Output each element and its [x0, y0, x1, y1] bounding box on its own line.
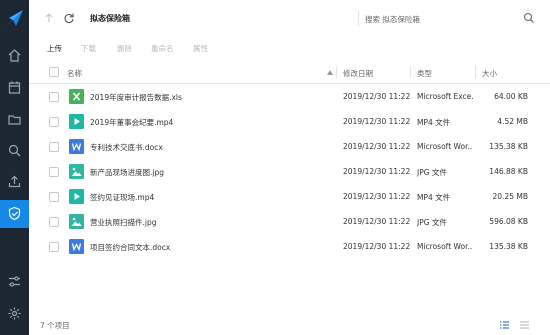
sort-up-icon [327, 70, 333, 75]
upload-button[interactable]: 上传 [47, 43, 62, 54]
table-header: 名称 修改日期 类型 大小 [29, 60, 550, 84]
table-row[interactable]: 营业执照扫描件.jpg 2019/12/30 11:22 JPG 文件 596.… [29, 209, 550, 234]
sidebar [0, 0, 29, 335]
file-date: 2019/12/30 11:22 [343, 117, 411, 126]
rename-button[interactable]: 重命名 [151, 43, 174, 54]
row-checkbox[interactable] [49, 217, 59, 227]
download-button[interactable]: 下载 [81, 43, 96, 54]
file-date: 2019/12/30 11:22 [343, 192, 411, 201]
table-row[interactable]: 专利技术交底书.docx 2019/12/30 11:22 Microsoft … [29, 134, 550, 159]
address-bar: 拟态保险箱 搜索 拟态保险箱 [29, 0, 550, 36]
toolbar: 上传 下载 删除 重命名 属性 [29, 36, 550, 60]
column-type[interactable]: 类型 [417, 68, 432, 79]
row-checkbox[interactable] [49, 192, 59, 202]
file-size: 596.08 KB [489, 217, 528, 226]
file-type: MP4 文件 [417, 118, 451, 127]
word-file-icon [69, 239, 84, 254]
search-icon[interactable] [7, 143, 22, 158]
file-type: Microsoft Wor... [417, 142, 473, 151]
home-icon[interactable] [7, 48, 22, 63]
file-date: 2019/12/30 11:22 [343, 242, 411, 251]
folder-icon[interactable] [7, 112, 22, 127]
upload-icon[interactable] [7, 174, 22, 189]
search-icon[interactable] [523, 12, 535, 24]
divider [336, 66, 337, 78]
row-checkbox[interactable] [49, 117, 59, 127]
select-all-checkbox[interactable] [49, 67, 59, 77]
table-row[interactable]: 2019年董事会纪要.mp4 2019/12/30 11:22 MP4 文件 4… [29, 109, 550, 134]
table-row[interactable]: 项目签约合同文本.docx 2019/12/30 11:22 Microsoft… [29, 234, 550, 259]
refresh-icon[interactable] [63, 12, 75, 24]
sidebar-item-vault[interactable] [0, 200, 29, 228]
file-size: 135.38 KB [489, 142, 528, 151]
calendar-icon[interactable] [7, 80, 22, 95]
file-type: Microsoft Wor... [417, 242, 473, 251]
word-file-icon [69, 139, 84, 154]
file-size: 64.00 KB [494, 92, 528, 101]
image-file-icon [69, 164, 84, 179]
status-bar: 7 个项目 [29, 314, 550, 335]
column-date[interactable]: 修改日期 [343, 68, 373, 79]
grid-view-icon[interactable] [519, 320, 530, 330]
file-size: 135.38 KB [489, 242, 528, 251]
gear-icon[interactable] [7, 306, 22, 321]
column-name[interactable]: 名称 [67, 68, 82, 79]
file-type: JPG 文件 [417, 218, 447, 227]
table-row[interactable]: 新产品现场进度图.jpg 2019/12/30 11:22 JPG 文件 146… [29, 159, 550, 184]
file-type: MP4 文件 [417, 193, 451, 202]
video-file-icon [69, 114, 84, 129]
file-name: 2019年董事会纪要.mp4 [90, 118, 174, 127]
file-type: Microsoft Exce... [417, 92, 473, 101]
main-panel: 拟态保险箱 搜索 拟态保险箱 上传 下载 删除 重命名 属性 名称 修改日期 类… [29, 0, 550, 335]
video-file-icon [69, 189, 84, 204]
file-name: 签约见证现场.mp4 [90, 193, 155, 202]
shield-icon [8, 206, 21, 221]
divider [410, 66, 411, 78]
column-size[interactable]: 大小 [482, 68, 497, 79]
sliders-icon[interactable] [7, 274, 22, 289]
arrow-up-icon[interactable] [43, 12, 55, 24]
table-row[interactable]: 签约见证现场.mp4 2019/12/30 11:22 MP4 文件 20.25… [29, 184, 550, 209]
file-name: 2019年度审计报告数据.xls [90, 93, 182, 102]
row-checkbox[interactable] [49, 167, 59, 177]
file-size: 4.52 MB [497, 117, 528, 126]
row-checkbox[interactable] [49, 242, 59, 252]
delete-button[interactable]: 删除 [117, 43, 132, 54]
file-name: 新产品现场进度图.jpg [90, 168, 164, 177]
excel-file-icon [69, 89, 84, 104]
file-type: JPG 文件 [417, 168, 447, 177]
file-date: 2019/12/30 11:22 [343, 92, 411, 101]
image-file-icon [69, 214, 84, 229]
current-path: 拟态保险箱 [90, 14, 130, 23]
list-view-icon[interactable] [499, 320, 510, 330]
file-size: 20.25 MB [492, 192, 528, 201]
table-row[interactable]: 2019年度审计报告数据.xls 2019/12/30 11:22 Micros… [29, 84, 550, 109]
search-input[interactable]: 搜索 拟态保险箱 [365, 14, 420, 25]
file-name: 项目签约合同文本.docx [90, 243, 171, 252]
file-date: 2019/12/30 11:22 [343, 167, 411, 176]
divider [475, 66, 476, 78]
file-size: 146.88 KB [489, 167, 528, 176]
file-date: 2019/12/30 11:22 [343, 142, 411, 151]
row-checkbox[interactable] [49, 142, 59, 152]
file-name: 专利技术交底书.docx [90, 143, 163, 152]
file-date: 2019/12/30 11:22 [343, 217, 411, 226]
divider [358, 11, 359, 26]
properties-button[interactable]: 属性 [193, 43, 208, 54]
item-count: 7 个项目 [40, 321, 70, 330]
row-checkbox[interactable] [49, 92, 59, 102]
file-name: 营业执照扫描件.jpg [90, 218, 157, 227]
app-logo [6, 10, 23, 26]
